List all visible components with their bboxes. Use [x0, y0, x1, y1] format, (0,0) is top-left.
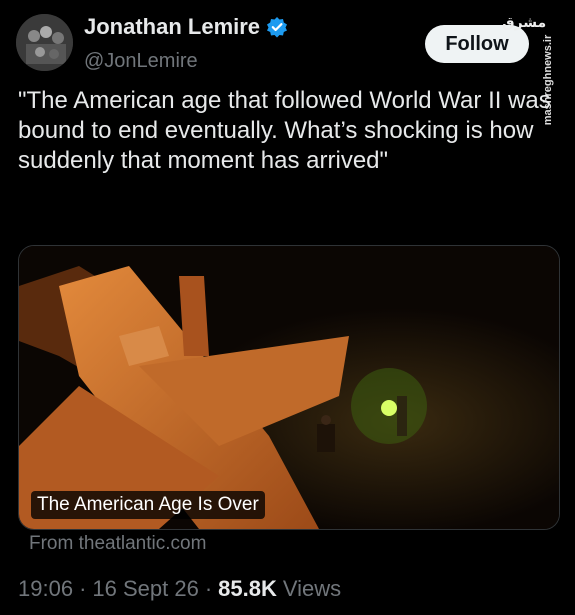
card-source[interactable]: From theatlantic.com — [29, 533, 206, 555]
watermark-logo: مشرق — [502, 14, 547, 30]
tweet-text: "The American age that followed World Wa… — [18, 87, 551, 174]
meta-separator: · — [79, 576, 87, 601]
meta-separator: · — [204, 576, 213, 601]
card-title: The American Age Is Over — [31, 491, 265, 519]
views-count: 85.8K — [218, 576, 277, 601]
tweet-date[interactable]: 16 Sept 26 — [92, 576, 198, 602]
author-handle[interactable]: @JonLemire — [84, 50, 198, 73]
avatar-image — [16, 14, 73, 71]
author-name-row: Jonathan Lemire — [84, 14, 288, 40]
avatar[interactable] — [16, 14, 73, 71]
tweet-meta: 19:06 · 16 Sept 26 · 85.8K Views — [18, 576, 341, 602]
tweet-time[interactable]: 19:06 — [18, 576, 73, 602]
link-card[interactable]: The American Age Is Over — [18, 245, 560, 530]
card-image — [19, 246, 559, 529]
author-name[interactable]: Jonathan Lemire — [84, 14, 260, 40]
views-label: Views — [282, 576, 342, 601]
verified-badge-icon — [266, 16, 288, 38]
